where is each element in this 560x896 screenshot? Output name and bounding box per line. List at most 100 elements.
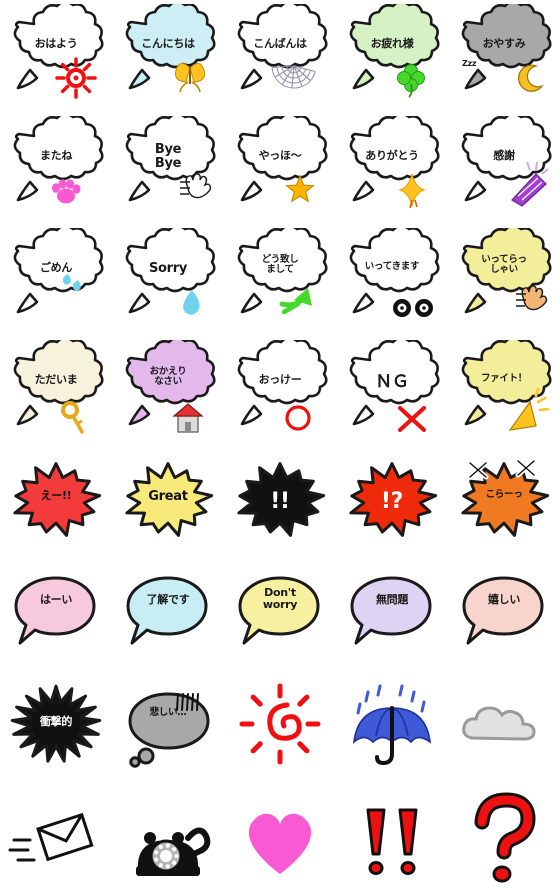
sticker-shape-icon-only [366, 808, 418, 875]
sticker-art-mumondai: 無問題 [340, 564, 444, 668]
sticker-cell-fight[interactable]: ファイト！ [448, 336, 560, 448]
sticker-art-otsukaresama: お疲れ様 [340, 4, 444, 108]
sticker-shape-round-bubble [238, 576, 320, 645]
sticker-shape-round-bubble [126, 576, 208, 645]
sticker-shape-cloud-bubble [125, 228, 216, 315]
sticker-shape-cloud-bubble [13, 116, 104, 204]
sticker-cell-byebye[interactable]: Bye Bye [112, 112, 224, 224]
sticker-art-okke: おっけー [228, 340, 332, 444]
sticker-art-kanashii: 悲しい… [116, 676, 220, 780]
sticker-cell-ohayou[interactable]: おはよう [0, 0, 112, 112]
sticker-cell-oyasumi[interactable]: おやすみ Zzz [448, 0, 560, 112]
sticker-art-ng: ＮＧ [340, 340, 444, 444]
sticker-cell-mumondai[interactable]: 無問題 [336, 560, 448, 672]
sticker-shape-cloud-bubble [237, 228, 328, 315]
sticker-shape-cloud-bubble [349, 340, 440, 432]
sticker-shape-cloud-bubble [237, 116, 328, 203]
sticker-cell-douitashimashite[interactable]: どう致し まして [224, 224, 336, 336]
sticker-shape-icon-only [248, 813, 312, 874]
sticker-cell-arigatou[interactable]: ありがとう [336, 112, 448, 224]
sticker-cell-konnichiwa[interactable]: こんにちは [112, 0, 224, 112]
sticker-art-cloud [452, 676, 556, 780]
sticker-art-konbanwa: こんばんは [228, 4, 332, 108]
sticker-cell-gomen[interactable]: ごめん [0, 224, 112, 336]
sticker-shape-burst [125, 462, 214, 537]
sticker-cell-sun[interactable] [224, 672, 336, 784]
sticker-cell-itterasshai[interactable]: いってらっ しゃい [448, 224, 560, 336]
sticker-cell-kansha[interactable]: 感謝 [448, 112, 560, 224]
sticker-shape-round-bubble [14, 576, 96, 645]
sticker-art-kansha: 感謝 [452, 116, 556, 220]
sticker-art-dont-worry: Don't worry [228, 564, 332, 668]
sticker-cell-tadaima[interactable]: ただいま [0, 336, 112, 448]
sticker-cell-ryoukaidesu[interactable]: 了解です [112, 560, 224, 672]
sticker-art-telephone [116, 788, 220, 892]
sticker-art-matane: またね [4, 116, 108, 220]
sticker-cell-okaerinasai[interactable]: おかえり なさい [112, 336, 224, 448]
sticker-cell-haai[interactable]: はーい [0, 560, 112, 672]
sticker-art-byebye: Bye Bye [116, 116, 220, 220]
sticker-art-question [452, 788, 556, 892]
sticker-cell-shougekiteki[interactable]: 衝撃的 [0, 672, 112, 784]
sticker-cell-mail[interactable] [0, 784, 112, 896]
sticker-art-ittekimasu: いってきます [340, 228, 444, 332]
sticker-art-konnichiwa: こんにちは [116, 4, 220, 108]
sticker-art-heart [228, 788, 332, 892]
sticker-cell-yahho[interactable]: やっほ〜 [224, 112, 336, 224]
sticker-art-ureshii: 嬉しい [452, 564, 556, 668]
sticker-cell-umbrella[interactable] [336, 672, 448, 784]
sticker-shape-cloud-bubble [13, 228, 104, 314]
sticker-shape-icon-only [462, 706, 536, 741]
sticker-shape-cloud-bubble [349, 228, 440, 317]
sticker-shape-cloud-bubble [13, 340, 104, 434]
sticker-shape-icon-only [8, 812, 94, 862]
sticker-shape-burst [349, 462, 438, 537]
sticker-art-arigatou: ありがとう [340, 116, 444, 220]
sticker-cell-heart[interactable] [224, 784, 336, 896]
sticker-art-oyasumi: おやすみ Zzz [452, 4, 556, 108]
sticker-cell-otsukaresama[interactable]: お疲れ様 [336, 0, 448, 112]
sticker-cell-question[interactable] [448, 784, 560, 896]
sticker-shape-burst [461, 458, 550, 537]
sticker-shape-cloud-bubble [461, 116, 552, 207]
sticker-cell-sorry[interactable]: Sorry [112, 224, 224, 336]
sticker-art-fight: ファイト！ [452, 340, 556, 444]
sticker-shape-cloud-bubble [349, 4, 440, 98]
sticker-cell-telephone[interactable] [112, 784, 224, 896]
sticker-cell-double-exclamation[interactable] [336, 784, 448, 896]
sticker-art-yahho: やっほ〜 [228, 116, 332, 220]
sticker-cell-great[interactable]: Great [112, 448, 224, 560]
sticker-shape-cloud-bubble [461, 4, 552, 92]
sticker-shape-scribble-blob [10, 684, 102, 763]
sticker-art-double-exclamation [340, 788, 444, 892]
sticker-cell-matane[interactable]: またね [0, 112, 112, 224]
sticker-shape-cloud-bubble [13, 4, 104, 99]
sticker-art-shougekiteki: 衝撃的 [4, 676, 108, 780]
sticker-cell-dont-worry[interactable]: Don't worry [224, 560, 336, 672]
sticker-art-douitashimashite: どう致し まして [228, 228, 332, 332]
sticker-cell-okke[interactable]: おっけー [224, 336, 336, 448]
sticker-art-umbrella [340, 676, 444, 780]
sticker-shape-cloud-bubble [125, 340, 216, 433]
sticker-cell-ureshii[interactable]: 嬉しい [448, 560, 560, 672]
sticker-art-sun [228, 676, 332, 780]
sticker-cell-ng[interactable]: ＮＧ [336, 336, 448, 448]
sticker-art-ryoukaidesu: 了解です [116, 564, 220, 668]
sticker-shape-round-bubble [462, 576, 544, 645]
sticker-cell-double-bang[interactable]: !! [224, 448, 336, 560]
sticker-cell-koraa[interactable]: こらーっ [448, 448, 560, 560]
sticker-cell-interrobang[interactable]: !? [336, 448, 448, 560]
sticker-cell-kanashii[interactable]: 悲しい… [112, 672, 224, 784]
sticker-grid: おはよう こんにちは こんばんは お疲れ様 おやすみ Zzz またね Bye Bye やっほ〜あ… [0, 0, 560, 896]
sticker-cell-ee[interactable]: えー!! [0, 448, 112, 560]
sticker-cell-ittekimasu[interactable]: いってきます [336, 224, 448, 336]
sticker-shape-cloud-bubble [349, 116, 440, 209]
sticker-art-interrobang: !? [340, 452, 444, 556]
sticker-art-double-bang: !! [228, 452, 332, 556]
sticker-shape-thought-bubble [128, 692, 210, 768]
sticker-shape-cloud-bubble [237, 4, 328, 90]
sticker-art-gomen: ごめん [4, 228, 108, 332]
sticker-cell-konbanwa[interactable]: こんばんは [224, 0, 336, 112]
sticker-cell-cloud[interactable] [448, 672, 560, 784]
sticker-shape-cloud-bubble [461, 340, 552, 431]
